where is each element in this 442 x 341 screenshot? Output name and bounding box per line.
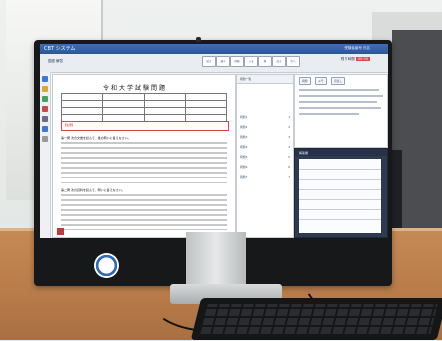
answer-panel-label: 解答欄: [299, 150, 309, 155]
zoom-icon[interactable]: [42, 116, 48, 122]
cable-post: [392, 150, 402, 240]
question-item[interactable]: 問題7: [240, 175, 247, 179]
stamp-icon: [57, 228, 64, 235]
question-list-header: 問題一覧: [237, 75, 293, 84]
toolbar-button[interactable]: メモ: [244, 56, 258, 67]
keyboard[interactable]: [190, 298, 442, 340]
webcam-icon: [196, 37, 201, 42]
question-item[interactable]: 問題4: [240, 145, 247, 149]
question-number: 1: [288, 115, 290, 119]
exam-document: 令和大学試験問題 【注意】 第一問 次の文章を読んで、後の問いに答えなさい。 第…: [52, 74, 236, 238]
pen-icon[interactable]: [42, 96, 48, 102]
question-item[interactable]: 問題1: [240, 115, 247, 119]
tab-memo[interactable]: メモ: [315, 77, 327, 85]
answer-panel: 解答欄: [294, 148, 388, 238]
toolbar-button[interactable]: 戻る: [272, 56, 286, 67]
toolbar-button[interactable]: 拡大: [202, 56, 216, 67]
sticker-seal: [94, 253, 119, 278]
section-heading: 第二問 次の資料を読んで、問いに答えなさい。: [61, 188, 125, 192]
question-panel: 問題 メモ 見直し: [294, 74, 388, 148]
passage-text-2: 第二問 次の資料を読んで、問いに答えなさい。: [61, 187, 227, 234]
screen: CBT システム 受験者番号 氏名 国語 解答 拡大 縮小 印刷 メモ 線 戻る…: [40, 44, 388, 238]
timer-label: 残り時間: [340, 57, 355, 61]
answer-input[interactable]: [299, 159, 381, 233]
app-title: CBT システム: [44, 46, 76, 52]
toolbar-button[interactable]: 次へ: [286, 56, 300, 67]
question-number: 6: [288, 165, 290, 169]
timer: 残り時間 00:30: [341, 57, 370, 62]
question-list: 問題一覧 問題1 1 問題2 2 問題3 3 問題4 4 問題5 5 問題6 6…: [236, 74, 294, 238]
header-table: [60, 93, 228, 122]
passage-text-1: 第一問 次の文章を読んで、後の問いに答えなさい。: [61, 135, 227, 187]
ruler-icon[interactable]: [42, 126, 48, 132]
eraser-icon[interactable]: [42, 106, 48, 112]
toolbar-button[interactable]: 印刷: [230, 56, 244, 67]
toolbar-button[interactable]: 縮小: [216, 56, 230, 67]
user-info: 受験者番号 氏名: [344, 46, 370, 50]
section-heading: 第一問 次の文章を読んで、後の問いに答えなさい。: [61, 136, 131, 140]
question-item[interactable]: 問題6: [240, 165, 247, 169]
tab-review[interactable]: 見直し: [331, 77, 346, 85]
timer-value: 00:30: [355, 57, 370, 61]
document-title: 令和大学試験問題: [103, 85, 168, 92]
settings-icon[interactable]: [42, 136, 48, 142]
notice-box: [61, 121, 229, 131]
question-number: 5: [288, 155, 290, 159]
toolbar-button[interactable]: 線: [258, 56, 272, 67]
answer-panel-header: 解答欄: [295, 149, 387, 156]
app-titlebar: CBT システム 受験者番号 氏名: [40, 44, 388, 54]
question-number: 4: [288, 145, 290, 149]
question-number: 2: [288, 125, 290, 129]
question-item[interactable]: 問題3: [240, 135, 247, 139]
left-toolbar: [40, 72, 51, 238]
notice-label: 【注意】: [63, 123, 76, 127]
breadcrumb: 国語 解答: [48, 59, 64, 63]
question-item[interactable]: 問題5: [240, 155, 247, 159]
tab-question[interactable]: 問題: [299, 77, 311, 85]
question-number: 7: [288, 175, 290, 179]
question-list-title: 問題一覧: [240, 77, 252, 81]
highlighter-icon[interactable]: [42, 86, 48, 92]
question-number: 3: [288, 135, 290, 139]
pointer-icon[interactable]: [42, 76, 48, 82]
question-item[interactable]: 問題2: [240, 125, 247, 129]
